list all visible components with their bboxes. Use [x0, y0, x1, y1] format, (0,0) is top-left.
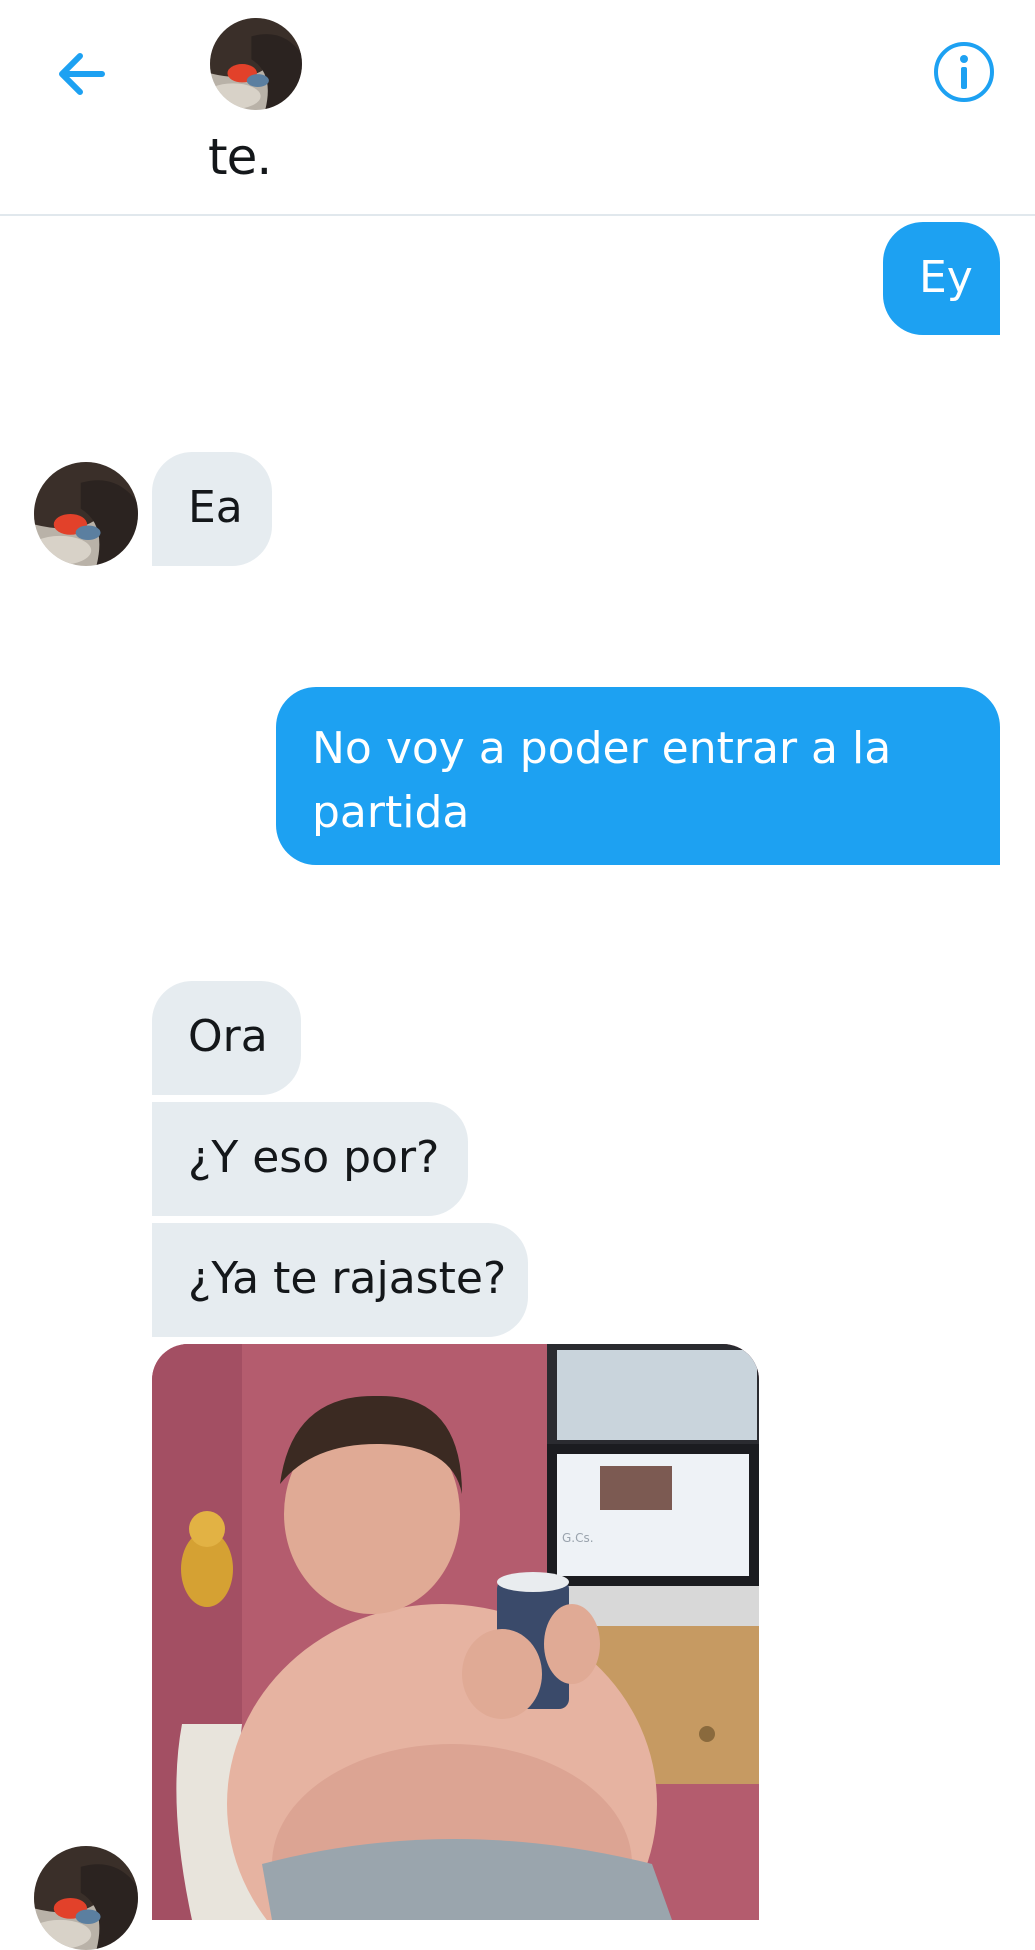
message-text: No voy a poder entrar a la partida	[312, 723, 892, 838]
message-image[interactable]: G.Cs.	[152, 1344, 759, 1920]
message-text: Ea	[188, 482, 243, 533]
svg-text:G.Cs.: G.Cs.	[562, 1531, 594, 1545]
back-button[interactable]	[52, 44, 112, 104]
message-text: ¿Y eso por?	[188, 1132, 440, 1183]
message-text: Ey	[919, 252, 973, 303]
incoming-message[interactable]: Ora	[152, 981, 301, 1095]
message-text: ¿Ya te rajaste?	[188, 1253, 507, 1304]
message-text: Ora	[188, 1011, 268, 1062]
incoming-message[interactable]: Ea	[152, 452, 272, 566]
contact-avatar[interactable]	[210, 18, 302, 110]
incoming-message[interactable]: ¿Ya te rajaste?	[152, 1223, 528, 1337]
sender-avatar[interactable]	[34, 462, 138, 566]
outgoing-message[interactable]: Ey	[883, 222, 1000, 335]
incoming-message[interactable]: ¿Y eso por?	[152, 1102, 468, 1216]
info-icon	[934, 42, 994, 102]
info-button[interactable]	[932, 40, 996, 104]
conversation-header: te.	[0, 0, 1035, 216]
contact-name: te.	[208, 128, 272, 186]
sender-avatar[interactable]	[34, 1846, 138, 1950]
arrow-left-icon	[59, 53, 105, 95]
outgoing-message[interactable]: No voy a poder entrar a la partida	[276, 687, 1000, 865]
